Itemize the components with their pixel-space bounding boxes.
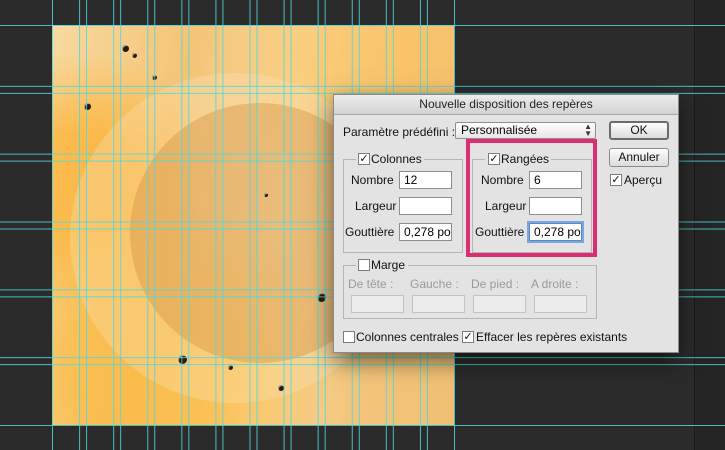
margin-checkbox[interactable]: [358, 259, 370, 271]
clear-guides-checkbox[interactable]: ✓: [462, 331, 474, 343]
water-drop: [152, 75, 157, 80]
columns-width-input[interactable]: [399, 197, 452, 215]
dialog-title[interactable]: Nouvelle disposition des repères: [334, 95, 678, 115]
margin-left-label: Gauche :: [410, 277, 459, 291]
margin-label: Marge: [371, 258, 406, 272]
cancel-button[interactable]: Annuler: [609, 148, 669, 167]
margin-right-label: A droite :: [531, 277, 579, 291]
preset-dropdown[interactable]: Personnalisée ▲ ▼: [455, 122, 596, 139]
checkmark-icon: ✓: [359, 153, 369, 165]
preset-label: Paramètre prédéfini :: [343, 125, 456, 139]
margin-top-label: De tête :: [348, 277, 394, 291]
select-arrows-icon: ▲ ▼: [584, 122, 592, 138]
center-columns-checkbox[interactable]: [343, 331, 355, 343]
clear-guides-label: Effacer les repères existants: [476, 330, 628, 344]
rows-highlight-annotation: [466, 139, 597, 257]
water-drop: [84, 103, 91, 110]
water-drop: [122, 45, 129, 52]
columns-label: Colonnes: [371, 152, 422, 166]
water-drop: [264, 193, 268, 197]
columns-gutter-label: Gouttière: [345, 225, 395, 239]
margin-right-input[interactable]: [534, 295, 587, 313]
columns-number-input[interactable]: 12: [399, 171, 452, 189]
columns-checkbox[interactable]: ✓: [358, 153, 370, 165]
water-drop: [228, 365, 233, 370]
margin-top-input[interactable]: [351, 295, 404, 313]
ok-button[interactable]: OK: [609, 121, 669, 140]
margin-left-input[interactable]: [412, 295, 465, 313]
columns-number-label: Nombre: [351, 173, 394, 187]
checkmark-icon: ✓: [611, 174, 621, 186]
water-drop: [178, 355, 187, 364]
checkmark-icon: ✓: [463, 331, 473, 343]
margin-bottom-label: De pied :: [471, 277, 520, 291]
preview-label: Aperçu: [624, 173, 663, 187]
water-drop: [132, 53, 137, 58]
columns-gutter-input[interactable]: 0,278 po: [399, 223, 452, 241]
vertical-scrollbar[interactable]: [694, 0, 725, 450]
water-drop: [278, 385, 284, 391]
columns-width-label: Largeur: [355, 199, 397, 213]
preview-checkbox[interactable]: ✓: [610, 174, 622, 186]
margin-bottom-input[interactable]: [473, 295, 526, 313]
preset-value: Personnalisée: [461, 123, 538, 137]
water-drop: [317, 293, 326, 302]
center-columns-label: Colonnes centrales: [356, 330, 459, 344]
